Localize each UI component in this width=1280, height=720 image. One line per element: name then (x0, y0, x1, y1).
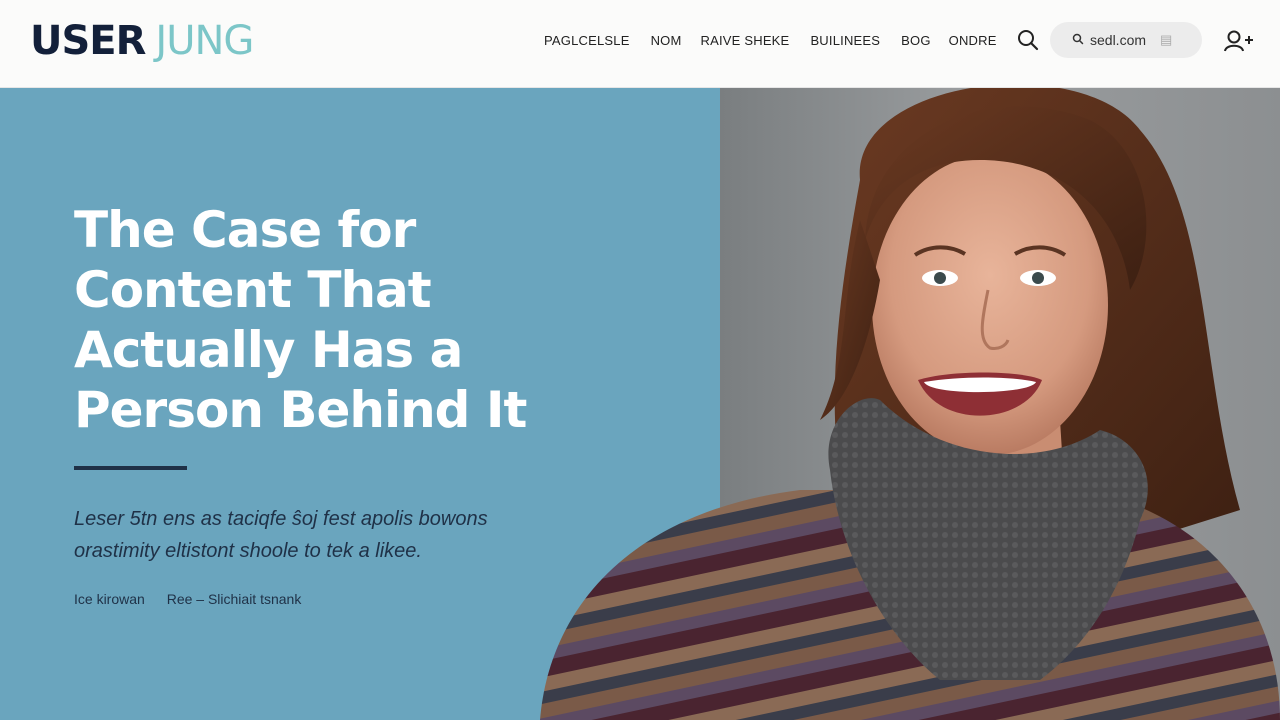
nav-item-1[interactable]: PAGLCELSLE (544, 33, 630, 48)
nav-item-2[interactable]: NOM (651, 33, 682, 48)
article-title: The Case for Content That Actually Has a… (74, 201, 527, 439)
byline-detail: Ree – Slichiait tsnank (166, 591, 302, 607)
author-name[interactable]: Ice kirowan (74, 591, 145, 607)
main-nav: PAGLCELSLE NOM RAIVE SHEKE BUILINEES BOG… (544, 33, 997, 48)
search-icon[interactable] (1016, 28, 1040, 52)
nav-item-6[interactable]: ONDRE (949, 33, 997, 48)
nav-item-5[interactable]: BOG (901, 33, 931, 48)
nav-item-3[interactable]: RAIVE SHEKE (701, 33, 790, 48)
article-subtitle: Leser 5tn ens as taciqfe ŝoj fest apolis… (74, 508, 488, 562)
search-field-icon (1072, 33, 1084, 48)
logo-part-1: USER (30, 18, 146, 64)
site-logo[interactable]: USER JUNG (30, 18, 254, 64)
search-field-end-icon: ▤ (1160, 32, 1173, 47)
nav-item-4[interactable]: BUILINEES (810, 33, 880, 48)
title-divider (74, 466, 187, 470)
hero-portrait-image (540, 84, 1280, 720)
user-add-icon[interactable] (1222, 28, 1256, 54)
logo-part-2: JUNG (155, 18, 254, 64)
site-header: USER JUNG PAGLCELSLE NOM RAIVE SHEKE BUIL… (0, 0, 1280, 88)
search-input[interactable]: sedl.com ▤ (1050, 22, 1202, 58)
article-meta: Ice kirowan Ree – Slichiait tsnank (74, 591, 301, 607)
search-field-text: sedl.com (1090, 32, 1147, 48)
